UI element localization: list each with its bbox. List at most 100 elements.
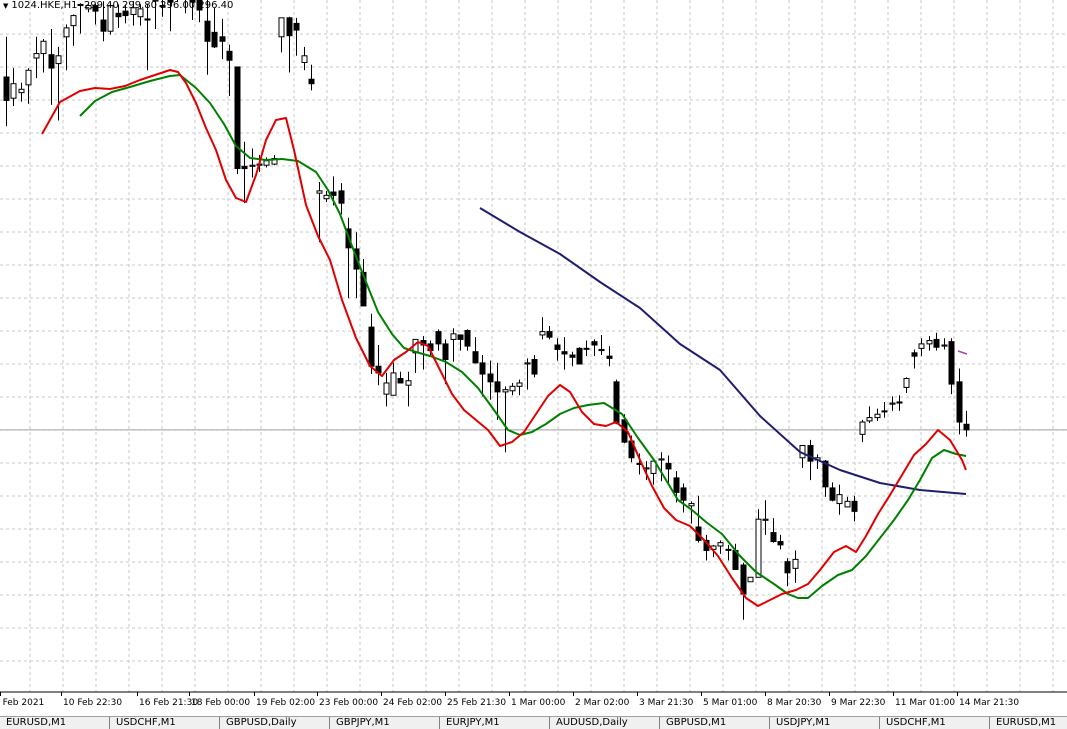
chart-tab[interactable]: EURUSD,M1 — [0, 717, 110, 729]
candle-down — [293, 22, 300, 31]
candle-up — [509, 385, 516, 392]
candle-up — [926, 340, 933, 345]
candle-up — [918, 343, 925, 349]
candle-down — [472, 351, 479, 364]
ma-green-line — [79, 74, 967, 599]
candle-down — [561, 351, 568, 355]
chart-tab[interactable]: EURJPY,M1 — [440, 717, 550, 729]
candle-down — [204, 20, 211, 42]
chart-tab[interactable]: GBPJPY,M1 — [330, 717, 440, 729]
candle-down — [665, 462, 672, 470]
candle-down — [770, 532, 777, 543]
candle-up — [249, 164, 256, 167]
candles — [3, 0, 970, 620]
candle-down — [777, 541, 784, 546]
candle-up — [881, 410, 888, 413]
candle-up — [55, 55, 62, 65]
time-tick-label: 24 Feb 02:00 — [383, 698, 442, 708]
candle-down — [479, 362, 486, 375]
time-tick-label: 18 Feb 00:00 — [191, 698, 250, 708]
candle-up — [25, 69, 32, 86]
candle-up — [889, 402, 896, 405]
candle-down — [554, 344, 561, 350]
candle-down — [680, 487, 687, 501]
candle-down — [219, 36, 226, 42]
candle-down — [948, 341, 955, 385]
candle-up — [792, 558, 799, 569]
chart-tab[interactable]: USDCHF,M1 — [110, 717, 220, 729]
chart-tabs: EURUSD,M1 USDCHF,M1 GBPUSD,Daily GBPJPY,M1 E… — [0, 716, 1067, 729]
ma-red-line — [41, 69, 967, 607]
candle-down — [442, 343, 449, 361]
candle-up — [836, 494, 843, 505]
chart-tab[interactable]: GBPUSD,M1 — [660, 717, 770, 729]
chart-tab[interactable]: USDCHF,M1 — [880, 717, 990, 729]
candle-down — [569, 354, 576, 358]
candle-down — [487, 373, 494, 383]
candle-down — [397, 378, 404, 384]
time-tick-label: 1 Mar 00:00 — [511, 698, 566, 708]
candle-down — [829, 487, 836, 501]
candle-down — [241, 165, 248, 170]
candle-up — [725, 548, 732, 551]
chart-tab[interactable]: EURUSD,M1 — [990, 717, 1067, 729]
candle-up — [583, 347, 590, 350]
candle-up — [278, 17, 285, 38]
candle-down — [286, 17, 293, 37]
candle-down — [338, 190, 345, 204]
candle-up — [941, 344, 948, 347]
candle-up — [539, 331, 546, 336]
chart-svg: 9 Feb 2021 10 Feb 22:30 16 Feb 21:3018 Feb… — [0, 0, 1067, 708]
candle-up — [390, 372, 397, 396]
candle-down — [144, 18, 151, 21]
candle-down — [933, 338, 940, 348]
candle-down — [435, 331, 442, 345]
candle-up — [405, 380, 412, 386]
candle-up — [903, 378, 910, 388]
candle-down — [784, 561, 791, 574]
symbol-label: 1024.HKE,H1 — [11, 0, 78, 11]
candle-up — [658, 458, 665, 461]
candle-down — [673, 477, 680, 493]
candle-down — [308, 78, 315, 85]
time-tick-label: 10 Feb 22:30 — [63, 698, 122, 708]
time-axis: 9 Feb 2021 10 Feb 22:30 16 Feb 21:3018 Feb… — [0, 691, 1067, 708]
time-tick-label: 2 Mar 02:00 — [575, 698, 630, 708]
candle-up — [859, 421, 866, 435]
candle-down — [494, 381, 501, 393]
candle-up — [10, 83, 17, 99]
time-tick-label: 19 Feb 02:00 — [256, 698, 315, 708]
time-tick-label: 9 Mar 22:30 — [831, 698, 886, 708]
chart-tab[interactable]: GBPUSD,Daily — [220, 717, 330, 729]
time-tick-label: 23 Feb 00:00 — [319, 698, 378, 708]
candle-down — [591, 341, 598, 346]
candle-down — [956, 381, 963, 423]
candle-down — [896, 401, 903, 404]
dropdown-arrow-icon[interactable]: ▼ — [3, 2, 8, 10]
candle-up — [717, 542, 724, 547]
candle-up — [747, 576, 754, 583]
time-tick-label: 14 Mar 21:30 — [959, 698, 1019, 708]
candle-up — [874, 413, 881, 419]
candle-down — [330, 191, 337, 196]
candle-down — [457, 334, 464, 340]
candle-up — [844, 500, 851, 508]
candle-down — [226, 50, 233, 61]
time-tick-label: 8 Mar 20:30 — [767, 698, 822, 708]
chart-tab[interactable]: AUDUSD,Daily — [550, 717, 660, 729]
candle-up — [316, 190, 323, 194]
candle-down — [368, 326, 375, 367]
candle-down — [963, 423, 970, 431]
candle-down — [3, 76, 10, 101]
candle-down — [48, 54, 55, 69]
candle-down — [576, 347, 583, 365]
price-chart[interactable]: 9 Feb 2021 10 Feb 22:30 16 Feb 21:3018 Feb… — [0, 0, 1067, 708]
indicator-marker — [957, 350, 968, 355]
chart-tab[interactable]: USDJPY,M1 — [770, 717, 880, 729]
candle-up — [263, 160, 270, 166]
candle-down — [234, 66, 241, 170]
candle-down — [740, 564, 747, 595]
ohlc-values: 299.40 299.80 296.00 296.40 — [83, 0, 234, 11]
candle-up — [301, 55, 308, 63]
time-tick-label: 16 Feb 21:30 — [139, 698, 198, 708]
